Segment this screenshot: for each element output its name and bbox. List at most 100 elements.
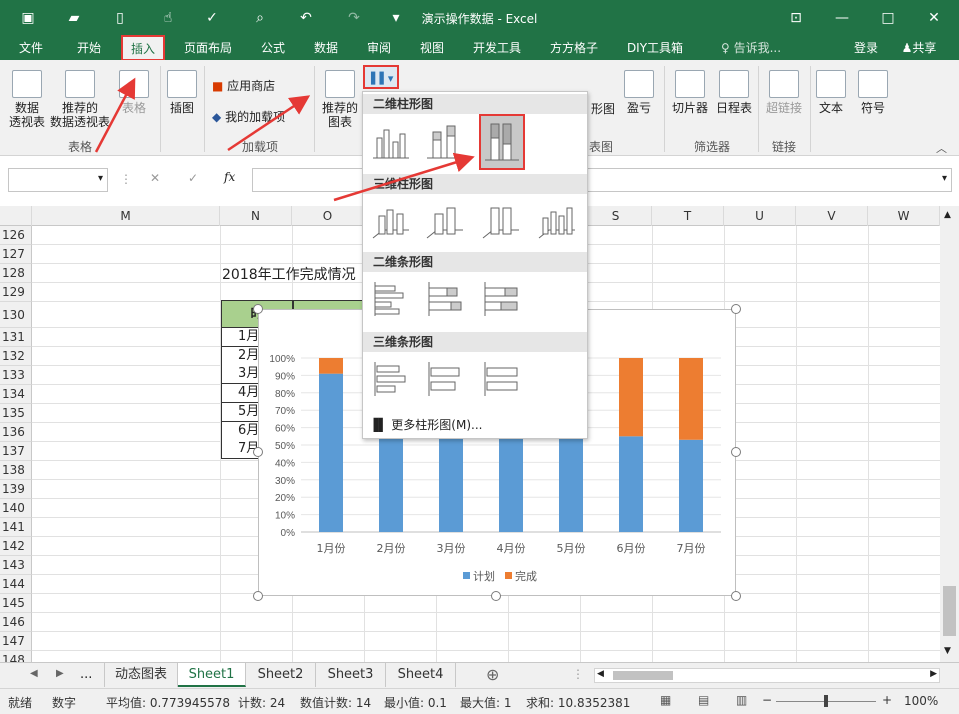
- row-header[interactable]: 143: [0, 556, 32, 575]
- row-header[interactable]: 138: [0, 461, 32, 480]
- column-header[interactable]: S: [580, 206, 652, 226]
- row-header[interactable]: 126: [0, 226, 32, 245]
- sheet-tab[interactable]: 动态图表: [104, 663, 178, 687]
- scroll-right-icon[interactable]: ▶: [930, 669, 937, 679]
- more-sheets-ellipsis[interactable]: ...: [80, 667, 92, 682]
- column-header[interactable]: O: [292, 206, 364, 226]
- tab-fangfang[interactable]: 方方格子: [540, 36, 608, 60]
- tab-home[interactable]: 开始: [66, 36, 112, 60]
- row-header[interactable]: 144: [0, 575, 32, 594]
- tab-review[interactable]: 审阅: [356, 36, 402, 60]
- row-header[interactable]: 148: [0, 651, 32, 662]
- my-addins-button[interactable]: ◆ 我的加载项: [212, 108, 285, 125]
- resize-handle[interactable]: [491, 591, 501, 601]
- sheet-tab[interactable]: Sheet4: [386, 663, 456, 687]
- add-sheet-icon[interactable]: ⊕: [486, 665, 499, 684]
- row-header[interactable]: 140: [0, 499, 32, 518]
- scroll-left-icon[interactable]: ◀: [597, 669, 604, 679]
- stacked-bar-icon[interactable]: [423, 278, 467, 320]
- row-header[interactable]: 129: [0, 283, 32, 302]
- row-header[interactable]: 139: [0, 480, 32, 499]
- formula-input[interactable]: ▾: [252, 168, 952, 192]
- 3d-stacked-bar-icon[interactable]: [423, 358, 467, 400]
- tell-me-box[interactable]: ♀ 告诉我...: [706, 36, 796, 60]
- login-link[interactable]: 登录: [846, 36, 886, 60]
- row-header[interactable]: 136: [0, 423, 32, 442]
- page-layout-view-icon[interactable]: ▤: [698, 693, 709, 707]
- row-header[interactable]: 133: [0, 366, 32, 385]
- tab-view[interactable]: 视图: [409, 36, 455, 60]
- vertical-scrollbar[interactable]: ▲ ▼: [940, 206, 959, 662]
- sheet-tab-active[interactable]: Sheet1: [178, 663, 246, 687]
- resize-handle[interactable]: [731, 304, 741, 314]
- tab-file[interactable]: 文件: [8, 36, 54, 60]
- collapse-ribbon-icon[interactable]: ︿: [936, 140, 947, 156]
- resize-handle[interactable]: [253, 447, 263, 457]
- ribbon-display-icon[interactable]: ⊡: [784, 8, 808, 28]
- prev-sheet-icon[interactable]: ◀: [30, 668, 38, 679]
- timeline-button[interactable]: 日程表: [712, 70, 756, 115]
- normal-view-icon[interactable]: ▦: [660, 693, 671, 707]
- 3d-percent-stacked-bar-icon[interactable]: [479, 358, 523, 400]
- function-icon[interactable]: fx: [224, 170, 235, 184]
- tab-splitter-icon[interactable]: ⋮: [572, 667, 584, 681]
- table-title-cell[interactable]: 2018年工作完成情况: [222, 264, 356, 284]
- tab-formulas[interactable]: 公式: [250, 36, 296, 60]
- close-icon[interactable]: ✕: [922, 8, 946, 28]
- share-button[interactable]: ♟共享: [890, 36, 948, 60]
- maximize-icon[interactable]: □: [876, 8, 900, 28]
- column-header[interactable]: V: [796, 206, 868, 226]
- scroll-down-icon[interactable]: ▼: [944, 646, 951, 656]
- tab-data[interactable]: 数据: [303, 36, 349, 60]
- illustrations-button[interactable]: 插图: [164, 70, 200, 115]
- row-header[interactable]: 130: [0, 302, 32, 328]
- zoom-in-icon[interactable]: +: [882, 693, 892, 707]
- row-header[interactable]: 146: [0, 613, 32, 632]
- zoom-slider-thumb[interactable]: [824, 695, 828, 707]
- resize-handle[interactable]: [253, 304, 263, 314]
- app-store-button[interactable]: ■ 应用商店: [212, 77, 275, 94]
- row-header[interactable]: 131: [0, 328, 32, 347]
- clustered-column-icon[interactable]: [369, 120, 413, 162]
- row-header[interactable]: 137: [0, 442, 32, 461]
- column-header[interactable]: U: [724, 206, 796, 226]
- row-header[interactable]: 142: [0, 537, 32, 556]
- row-header[interactable]: 145: [0, 594, 32, 613]
- text-button[interactable]: 文本: [814, 70, 848, 115]
- sheet-tab[interactable]: Sheet3: [316, 663, 386, 687]
- tab-diy-toolbox[interactable]: DIY工具箱: [620, 36, 690, 60]
- more-column-charts-link[interactable]: ▐▌ 更多柱形图(M)...: [369, 416, 482, 433]
- 3d-clustered-column-icon[interactable]: [369, 200, 413, 242]
- pivot-table-button[interactable]: 数据 透视表: [6, 70, 48, 129]
- row-header[interactable]: 132: [0, 347, 32, 366]
- clustered-bar-icon[interactable]: [369, 278, 413, 320]
- 3d-clustered-bar-icon[interactable]: [369, 358, 413, 400]
- column-header[interactable]: N: [220, 206, 292, 226]
- symbols-button[interactable]: 符号: [856, 70, 890, 115]
- cancel-icon[interactable]: ✕: [150, 171, 160, 185]
- table-button[interactable]: 表格: [114, 70, 154, 115]
- percent-stacked-column-icon[interactable]: [479, 114, 525, 170]
- sheet-tab[interactable]: Sheet2: [246, 663, 316, 687]
- resize-handle[interactable]: [253, 591, 263, 601]
- row-header[interactable]: 147: [0, 632, 32, 651]
- 3d-column-icon[interactable]: [535, 200, 579, 242]
- select-all-corner[interactable]: [0, 206, 32, 226]
- column-chart-dropdown-button[interactable]: ▌▌▾: [363, 65, 399, 89]
- row-header[interactable]: 134: [0, 385, 32, 404]
- column-header[interactable]: T: [652, 206, 724, 226]
- hscroll-thumb[interactable]: [613, 671, 673, 680]
- resize-handle[interactable]: [731, 447, 741, 457]
- zoom-out-icon[interactable]: −: [762, 693, 772, 707]
- 3d-stacked-column-icon[interactable]: [423, 200, 467, 242]
- tab-page-layout[interactable]: 页面布局: [176, 36, 240, 60]
- minimize-icon[interactable]: —: [830, 8, 854, 28]
- tab-developer[interactable]: 开发工具: [464, 36, 530, 60]
- next-sheet-icon[interactable]: ▶: [56, 668, 64, 679]
- name-box[interactable]: ▾: [8, 168, 108, 192]
- confirm-icon[interactable]: ✓: [188, 171, 198, 185]
- column-header[interactable]: M: [32, 206, 220, 226]
- horizontal-scrollbar[interactable]: ◀ ▶: [594, 668, 940, 683]
- slicer-button[interactable]: 切片器: [668, 70, 712, 115]
- row-header[interactable]: 141: [0, 518, 32, 537]
